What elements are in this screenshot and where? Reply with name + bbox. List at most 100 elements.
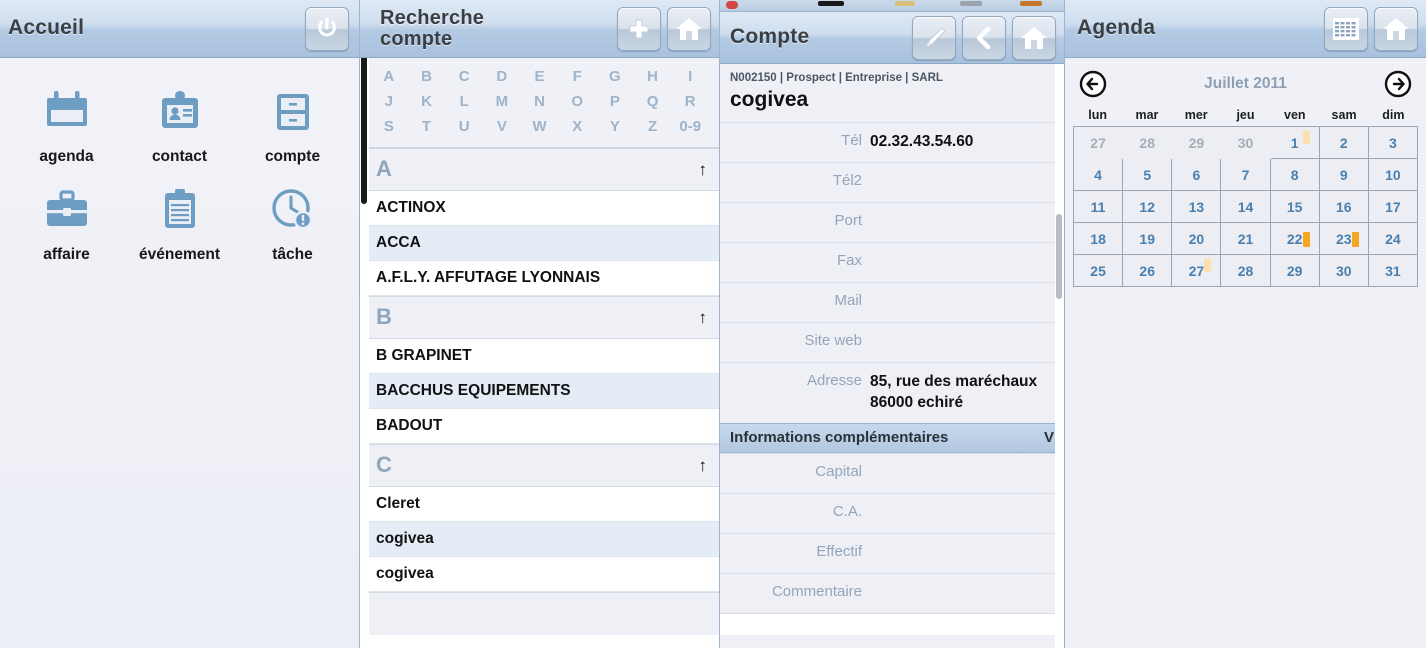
calendar-day[interactable]: 7 [1221,159,1271,191]
calendar-day[interactable]: 28 [1221,255,1271,287]
add-button[interactable] [617,6,661,51]
alpha-key[interactable]: S [370,114,408,139]
field-port[interactable]: Port [720,202,1064,242]
field-site-web[interactable]: Site web [720,322,1064,362]
alpha-key[interactable]: W [521,114,559,139]
search-panel-scrollbar[interactable] [360,0,369,648]
list-item[interactable]: BACCHUS EQUIPEMENTS [360,374,719,409]
chevron-down-icon[interactable]: V [1044,429,1054,446]
alpha-key[interactable]: H [634,64,672,89]
group-header-next[interactable] [360,592,719,635]
calendar-day[interactable]: 24 [1368,223,1418,255]
back-button[interactable] [962,15,1006,60]
field-mail[interactable]: Mail [720,282,1064,322]
list-item[interactable]: BADOUT [360,409,719,444]
alpha-key[interactable]: P [596,89,634,114]
field-tel2[interactable]: Tél2 [720,162,1064,202]
calendar-day[interactable]: 11 [1074,191,1124,223]
alpha-key[interactable]: Z [634,114,672,139]
calendar-day[interactable]: 4 [1074,159,1124,191]
calendar-day-outside[interactable]: 27 [1074,127,1124,159]
home-button[interactable] [667,6,711,51]
calendar-day[interactable]: 27 [1172,255,1222,287]
field-commentaire[interactable]: Commentaire [720,572,1064,613]
home-item-compte[interactable]: compte [236,76,349,166]
field-fax[interactable]: Fax [720,242,1064,282]
calendar-event-marker[interactable] [1204,259,1212,272]
calendar-day[interactable]: 17 [1368,191,1418,223]
home-item-tache[interactable]: tâche [236,174,349,264]
group-header-b[interactable]: B ↑ [360,296,719,339]
calendar-event-marker[interactable] [1302,131,1310,144]
calendar-day[interactable]: 12 [1123,191,1173,223]
calendar-day-outside[interactable]: 28 [1123,127,1173,159]
calendar-day[interactable]: 19 [1123,223,1173,255]
field-capital[interactable]: Capital [720,452,1064,493]
calendar-day[interactable]: 20 [1172,223,1222,255]
scroll-to-top-arrow-icon[interactable]: ↑ [699,309,708,326]
alpha-key[interactable]: A [370,64,408,89]
field-commentaire-textarea[interactable] [720,612,1064,635]
alpha-key[interactable]: I [671,64,709,89]
calendar-day[interactable]: 25 [1074,255,1124,287]
home-item-agenda[interactable]: agenda [10,76,123,166]
alpha-key[interactable]: C [445,64,483,89]
calendar-day-outside[interactable]: 30 [1221,127,1271,159]
field-effectif[interactable]: Effectif [720,532,1064,573]
alpha-key[interactable]: T [408,114,446,139]
field-tel[interactable]: Tél 02.32.43.54.60 [720,122,1064,162]
alpha-key[interactable]: Q [634,89,672,114]
calendar-day[interactable]: 30 [1319,255,1369,287]
alpha-key[interactable]: Y [596,114,634,139]
calendar-day[interactable]: 23 [1319,223,1369,255]
calendar-day[interactable]: 2 [1319,127,1369,159]
alpha-key[interactable]: M [483,89,521,114]
calendar-day[interactable]: 29 [1270,255,1320,287]
calendar-day[interactable]: 13 [1172,191,1222,223]
alpha-key[interactable]: U [445,114,483,139]
edit-button[interactable] [912,15,956,60]
home-item-affaire[interactable]: affaire [10,174,123,264]
list-item[interactable]: ACTINOX [360,191,719,226]
list-item[interactable]: Cleret [360,487,719,522]
alpha-key[interactable]: V [483,114,521,139]
alpha-key[interactable]: E [521,64,559,89]
calendar-day[interactable]: 15 [1270,191,1320,223]
scrollbar-thumb[interactable] [1056,214,1062,299]
list-item[interactable]: A.F.L.Y. AFFUTAGE LYONNAIS [360,261,719,296]
calendar-event-marker[interactable] [1302,232,1310,247]
alpha-key[interactable]: J [370,89,408,114]
alpha-key[interactable]: N [521,89,559,114]
account-panel-scrollbar[interactable] [1055,64,1064,648]
calendar-day[interactable]: 5 [1123,159,1173,191]
alpha-key[interactable]: F [558,64,596,89]
calendar-day[interactable]: 6 [1172,159,1222,191]
alpha-key[interactable]: 0-9 [671,114,709,139]
scroll-to-top-arrow-icon[interactable]: ↑ [699,457,708,474]
alpha-key[interactable]: D [483,64,521,89]
alpha-key[interactable]: O [558,89,596,114]
alpha-key[interactable]: R [671,89,709,114]
prev-month-arrow-icon[interactable] [1079,70,1107,98]
next-month-arrow-icon[interactable] [1384,70,1412,98]
calendar-day[interactable]: 21 [1221,223,1271,255]
list-item[interactable]: cogivea [360,557,719,592]
home-button[interactable] [1374,6,1418,51]
field-adresse[interactable]: Adresse 85, rue des maréchaux 86000 echi… [720,362,1064,423]
calendar-day[interactable]: 14 [1221,191,1271,223]
calendar-day[interactable]: 9 [1319,159,1369,191]
alpha-key[interactable]: L [445,89,483,114]
alpha-key[interactable]: G [596,64,634,89]
group-header-c[interactable]: C ↑ [360,444,719,487]
alpha-key[interactable]: K [408,89,446,114]
calendar-day[interactable]: 26 [1123,255,1173,287]
calendar-day[interactable]: 1 [1270,127,1320,159]
group-header-a[interactable]: A ↑ [360,148,719,191]
list-view-button[interactable] [1324,6,1368,51]
home-button[interactable] [1012,15,1056,60]
calendar-day[interactable]: 31 [1368,255,1418,287]
field-ca[interactable]: C.A. [720,492,1064,533]
list-item[interactable]: ACCA [360,226,719,261]
power-button[interactable] [305,6,349,51]
home-item-evenement[interactable]: événement [123,174,236,264]
